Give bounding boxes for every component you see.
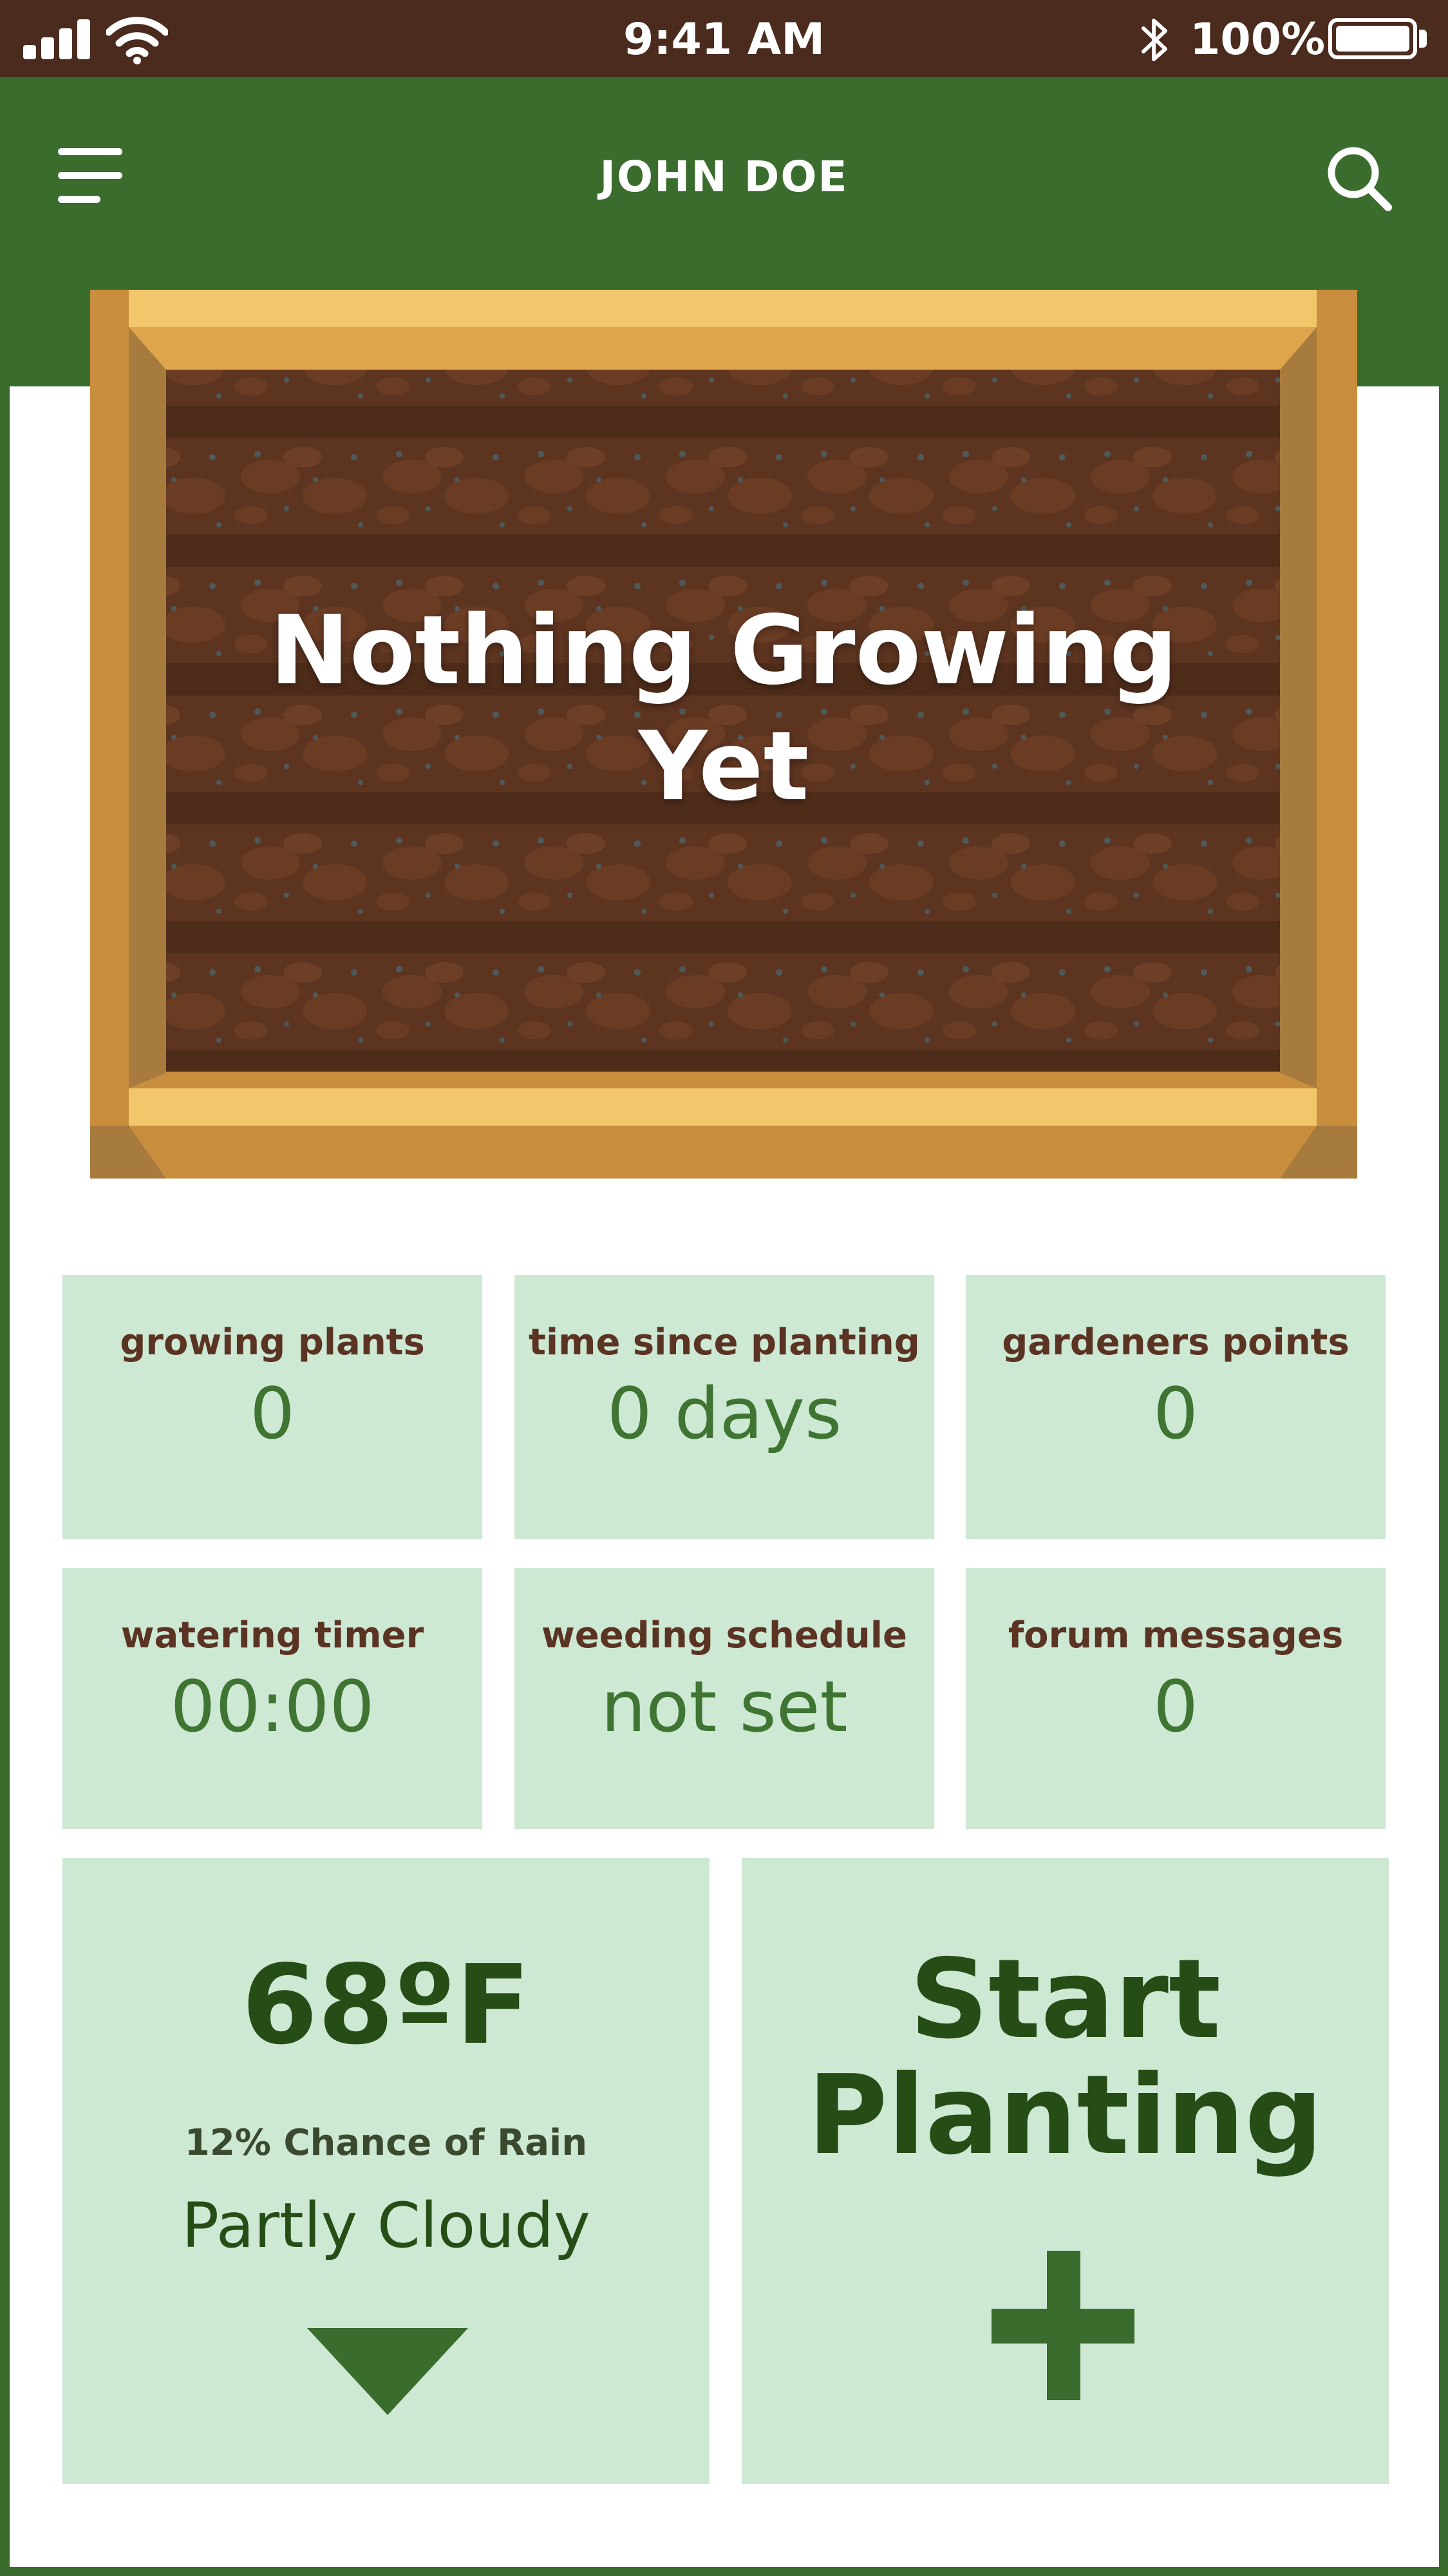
stat-label: watering timer	[120, 1615, 424, 1656]
stat-label: gardeners points	[1002, 1321, 1349, 1363]
stat-value: 0	[250, 1372, 295, 1455]
stat-value: not set	[601, 1665, 848, 1748]
stat-tile-watering-timer[interactable]: watering timer 00:00	[62, 1568, 482, 1829]
stat-label: weeding schedule	[541, 1615, 907, 1656]
battery-cap	[1419, 30, 1427, 48]
start-planting-line2: Planting	[807, 2052, 1323, 2179]
stat-value: 0	[1153, 1665, 1198, 1748]
stat-label: forum messages	[1008, 1615, 1344, 1656]
plus-icon	[992, 2251, 1134, 2400]
stat-tile-time-since-planting[interactable]: time since planting 0 days	[514, 1275, 934, 1539]
stat-tile-weeding-schedule[interactable]: weeding schedule not set	[514, 1568, 934, 1829]
garden-bed-illustration[interactable]: Nothing Growing Yet	[90, 290, 1357, 1179]
stat-value: 0	[1153, 1372, 1198, 1455]
rain-chance: 12% Chance of Rain	[184, 2122, 588, 2164]
weather-condition: Partly Cloudy	[182, 2190, 590, 2262]
status-bar: 9:41 AM 100%	[0, 0, 1448, 77]
battery-percent: 100%	[1190, 14, 1326, 65]
stat-value: 0 days	[606, 1372, 842, 1455]
weather-temperature: 68ºF	[241, 1942, 531, 2069]
page-title: JOHN DOE	[599, 152, 849, 202]
start-planting-button[interactable]: Start Planting	[742, 1858, 1389, 2484]
stat-tile-forum-messages[interactable]: forum messages 0	[966, 1568, 1386, 1829]
weather-tile[interactable]: 68ºF 12% Chance of Rain Partly Cloudy	[62, 1858, 710, 2484]
stat-label: growing plants	[120, 1321, 425, 1363]
triangle-down-icon[interactable]	[307, 2328, 468, 2418]
stat-label: time since planting	[529, 1321, 920, 1363]
empty-garden-message: Nothing Growing Yet	[269, 595, 1178, 822]
stat-tile-gardeners-points[interactable]: gardeners points 0	[966, 1275, 1386, 1539]
bluetooth-icon	[1142, 19, 1167, 61]
start-planting-line1: Start	[909, 1936, 1221, 2063]
start-planting-label: Start Planting	[742, 1942, 1389, 2174]
search-icon[interactable]	[1320, 139, 1397, 216]
stat-value: 00:00	[170, 1665, 375, 1748]
stat-tile-growing-plants[interactable]: growing plants 0	[62, 1275, 482, 1539]
battery-icon	[1328, 18, 1417, 59]
